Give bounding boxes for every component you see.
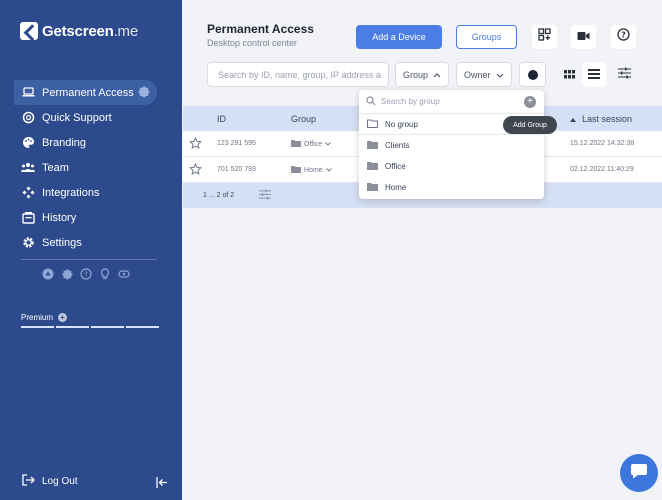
- collapse-sidebar-icon[interactable]: [156, 475, 168, 488]
- sidebar-item-label: Branding: [42, 136, 87, 149]
- camera-icon: [577, 28, 590, 46]
- gear-icon: [21, 236, 35, 250]
- list-view-button[interactable]: [582, 62, 606, 87]
- chevron-down-icon: [325, 167, 332, 174]
- sidebar-item-label: Settings: [42, 236, 82, 249]
- history-icon: [21, 211, 35, 225]
- sidebar: Getscreen.me Permanent Access Quick Supp…: [0, 0, 182, 500]
- gamepad-icon[interactable]: [118, 268, 130, 280]
- group-search-input[interactable]: Search by group +: [359, 90, 544, 114]
- column-header-id[interactable]: ID: [217, 114, 226, 124]
- chat-icon: [630, 463, 648, 484]
- group-option-office[interactable]: Office: [359, 156, 544, 177]
- device-id: 123 291 595: [217, 140, 256, 147]
- device-id: 701 520 793: [217, 166, 256, 173]
- premium-label[interactable]: Premium +: [21, 313, 68, 322]
- chat-widget-button[interactable]: [620, 454, 658, 492]
- premium-progress: [21, 326, 159, 328]
- group-option-clients[interactable]: Clients: [359, 135, 544, 156]
- chevron-up-icon: [433, 70, 441, 80]
- svg-text:?: ?: [84, 271, 88, 279]
- folder-icon: [367, 182, 378, 193]
- laptop-icon: [21, 86, 35, 100]
- device-group-select[interactable]: Office: [291, 139, 331, 149]
- last-session: 15.12.2022 14:32:38: [570, 140, 635, 147]
- bulb-icon[interactable]: [99, 268, 111, 280]
- sidebar-item-quick-support[interactable]: Quick Support: [14, 105, 157, 130]
- help-icon[interactable]: ?: [80, 268, 92, 280]
- sidebar-nav: Permanent Access Quick Support Branding …: [14, 80, 157, 255]
- qr-icon: [538, 28, 551, 46]
- qr-button[interactable]: [532, 25, 557, 49]
- logo[interactable]: Getscreen.me: [20, 22, 138, 40]
- sidebar-item-integrations[interactable]: Integrations: [14, 180, 157, 205]
- settings-filter-button[interactable]: [612, 62, 636, 87]
- help-button[interactable]: ?: [611, 25, 636, 49]
- grid-icon: [563, 66, 575, 84]
- folder-icon: [367, 161, 378, 172]
- sliders-icon: [617, 66, 631, 84]
- device-group-select[interactable]: Home: [291, 165, 332, 175]
- team-icon: [21, 161, 35, 175]
- folder-icon: [291, 139, 301, 149]
- divider: [21, 259, 157, 260]
- folder-icon: [291, 165, 301, 175]
- sliders-icon[interactable]: [259, 189, 271, 202]
- groups-button[interactable]: Groups: [456, 25, 517, 49]
- status-dot-icon: [527, 69, 538, 80]
- status-filter-button[interactable]: [519, 62, 546, 87]
- page-subtitle: Desktop control center: [207, 38, 298, 48]
- owner-filter-dropdown[interactable]: Owner: [456, 62, 512, 87]
- logout-icon: [22, 474, 35, 489]
- logout-button[interactable]: Log Out: [22, 474, 78, 489]
- star-icon[interactable]: [189, 162, 202, 176]
- sidebar-tools: ?: [42, 268, 130, 280]
- sidebar-item-label: Permanent Access: [42, 86, 134, 99]
- add-group-icon[interactable]: +: [524, 96, 536, 108]
- svg-text:?: ?: [621, 30, 626, 39]
- grid-view-button[interactable]: [557, 62, 581, 87]
- plus-icon[interactable]: +: [58, 313, 68, 322]
- column-header-last-session[interactable]: Last session: [570, 114, 632, 124]
- sidebar-item-label: Team: [42, 161, 69, 174]
- puzzle-icon[interactable]: [61, 268, 73, 280]
- puzzle-icon[interactable]: [137, 85, 150, 101]
- column-header-group[interactable]: Group: [291, 114, 316, 124]
- page-title: Permanent Access: [207, 22, 314, 36]
- palette-icon: [21, 136, 35, 150]
- star-icon[interactable]: [189, 136, 202, 150]
- search-icon: [366, 95, 376, 108]
- group-dropdown-menu: Search by group + No group Clients Offic…: [359, 90, 544, 199]
- lifebuoy-icon: [21, 111, 35, 125]
- sidebar-item-team[interactable]: Team: [14, 155, 157, 180]
- add-group-tooltip: Add Group: [503, 116, 557, 134]
- integrations-icon: [21, 186, 35, 200]
- folder-icon: [367, 140, 378, 151]
- sidebar-item-permanent-access[interactable]: Permanent Access: [14, 80, 157, 105]
- chevron-down-icon: [496, 70, 504, 80]
- folder-outline-icon: [367, 119, 378, 130]
- last-session: 02.12.2022 11:40:29: [570, 166, 634, 173]
- sidebar-item-branding[interactable]: Branding: [14, 130, 157, 155]
- logo-icon: [20, 22, 38, 40]
- sidebar-item-label: Integrations: [42, 186, 100, 199]
- video-button[interactable]: [571, 25, 596, 49]
- pagination[interactable]: 1 ... 2 of 2: [203, 192, 234, 199]
- sidebar-item-settings[interactable]: Settings: [14, 230, 157, 255]
- sidebar-item-history[interactable]: History: [14, 205, 157, 230]
- search-input[interactable]: Search by ID, name, group, IP address a: [207, 62, 389, 87]
- group-option-home[interactable]: Home: [359, 177, 544, 198]
- bug-icon[interactable]: [42, 268, 54, 280]
- sidebar-item-label: History: [42, 211, 77, 224]
- chevron-down-icon: [325, 141, 331, 148]
- help-icon: ?: [617, 28, 630, 46]
- sidebar-item-label: Quick Support: [42, 111, 112, 124]
- group-filter-dropdown[interactable]: Group: [395, 62, 450, 87]
- add-device-button[interactable]: Add a Device: [356, 25, 442, 49]
- list-icon: [588, 66, 600, 84]
- sort-up-icon: [570, 114, 576, 124]
